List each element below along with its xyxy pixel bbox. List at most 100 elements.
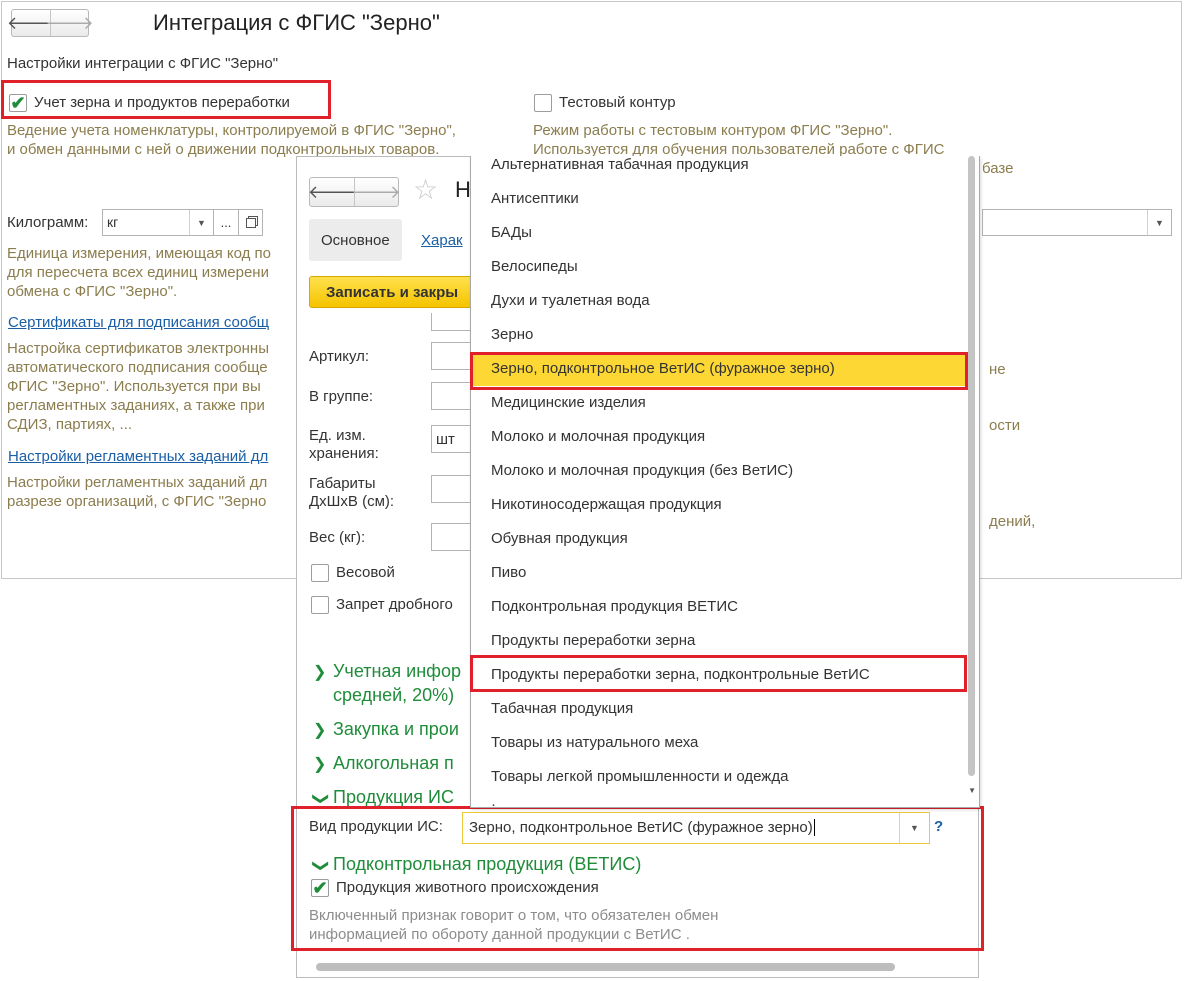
dims-input[interactable] [431, 475, 471, 503]
section-accounting-title-2: средней, 20%) [333, 685, 455, 705]
grain-accounting-checkbox[interactable]: ✔ [9, 94, 27, 112]
dropdown-item[interactable]: Молоко и молочная продукция (без ВетИС) [471, 454, 966, 488]
section-is-products[interactable]: ❯ Продукция ИС [312, 785, 454, 811]
unit-label: Килограмм: [7, 214, 89, 231]
dims-label-2: ДхШхВ (см): [309, 493, 395, 510]
dropdown-item[interactable]: Никотиносодержащая продукция [471, 488, 966, 522]
unit-desc-3: обмена с ФГИС "Зерно". [7, 283, 178, 300]
certs-desc-5: СДИЗ, партиях, ... [7, 416, 133, 433]
section-vetis-title: Подконтрольная продукция (ВЕТИС) [333, 854, 642, 874]
dropdown-item[interactable]: Обувная продукция [471, 522, 966, 556]
is-kind-select[interactable]: Зерно, подконтрольное ВетИС (фуражное зе… [462, 812, 930, 844]
unit-open-button[interactable] [238, 209, 263, 236]
test-contour-desc-3: базе [982, 160, 1014, 177]
unit-select-button[interactable]: ... [213, 209, 239, 236]
chevron-down-icon: ❯ [312, 792, 329, 806]
is-kind-value-text: Зерно, подконтрольное ВетИС (фуражное зе… [469, 819, 813, 836]
unit-dropdown-button[interactable]: ▼ [189, 210, 213, 235]
right-select-dropdown-button[interactable]: ▼ [1147, 210, 1171, 235]
test-contour-checkbox[interactable] [534, 94, 552, 112]
dropdown-vertical-scrollbar[interactable] [968, 156, 975, 776]
back-arrow-icon[interactable]: 🡐 [7, 10, 55, 36]
certificates-link[interactable]: Сертификаты для подписания сообщ [8, 314, 269, 331]
dropdown-item[interactable]: Антисептики [471, 182, 966, 216]
dropdown-item[interactable]: Зерно [471, 318, 966, 352]
section-purchase[interactable]: ❯ Закупка и прои [313, 717, 459, 743]
chevron-right-icon: ❯ [313, 664, 327, 681]
dropdown-item[interactable]: Товары из натурального меха [471, 726, 966, 760]
favorite-star-icon[interactable]: ☆ [413, 173, 438, 206]
dropdown-item[interactable]: Велосипеды [471, 250, 966, 284]
section-accounting-title-1: Учетная инфор [333, 661, 461, 681]
save-and-close-button[interactable]: Записать и закры [309, 276, 474, 308]
dropdown-item[interactable]: Продукты переработки зерна [471, 624, 966, 658]
right-select-field[interactable]: ▼ [982, 209, 1172, 236]
chevron-down-icon: ▼ [1155, 217, 1164, 228]
section-purchase-title: Закупка и прои [333, 719, 459, 739]
article-label: Артикул: [309, 348, 370, 365]
fraction-ban-label: Запрет дробного [336, 596, 453, 613]
dropdown-item[interactable]: Табачная продукция [471, 692, 966, 726]
forward-arrow-icon[interactable]: 🡒 [45, 10, 94, 36]
right-fragment-deniy: дений, [989, 513, 1036, 530]
scheduled-tasks-link[interactable]: Настройки регламентных заданий дл [8, 448, 268, 465]
section-alcohol[interactable]: ❯ Алкогольная п [313, 751, 454, 777]
tab-main[interactable]: Основное [309, 219, 402, 261]
article-input[interactable] [431, 342, 471, 370]
unit-value: кг [107, 214, 119, 230]
animal-origin-checkbox[interactable]: ✔ [311, 879, 329, 897]
section-accounting[interactable]: ❯ Учетная инфор [313, 659, 461, 685]
unit-storage-input[interactable]: шт [431, 425, 471, 453]
right-fragment-ne: не [989, 361, 1006, 378]
dropdown-item[interactable]: БАДы [471, 216, 966, 250]
item-title: Н [455, 177, 471, 202]
dropdown-item[interactable]: Альтернативная табачная продукция [471, 156, 966, 182]
checkmark-icon: ✔ [312, 878, 328, 898]
dropdown-item[interactable]: Пиво [471, 556, 966, 590]
weighted-label: Весовой [336, 564, 395, 581]
dropdown-item[interactable]: Молоко и молочная продукция [471, 420, 966, 454]
dropdown-item[interactable]: Продукты переработки зерна, подконтрольн… [471, 658, 966, 692]
dropdown-item[interactable]: Духи и туалетная вода [471, 284, 966, 318]
horizontal-scrollbar[interactable] [316, 963, 895, 971]
item-nav-buttons: 🡐 🡒 [308, 177, 401, 207]
chevron-right-icon: ❯ [313, 756, 327, 773]
dropdown-item[interactable]: Зерно, подконтрольное ВетИС (фуражное зе… [471, 352, 966, 386]
unit-storage-label-2: хранения: [309, 445, 379, 462]
fraction-ban-checkbox[interactable] [311, 596, 329, 614]
is-kind-dropdown-button[interactable]: ▼ [899, 813, 929, 843]
vetis-desc-2: информацией по обороту данной продукции … [309, 926, 690, 943]
scroll-down-icon[interactable]: ▼ [968, 786, 976, 795]
dropdown-item[interactable]: Подконтрольная продукция ВЕТИС [471, 590, 966, 624]
dropdown-item[interactable]: Медицинские изделия [471, 386, 966, 420]
dims-label-1: Габариты [309, 475, 376, 492]
group-input[interactable] [431, 382, 471, 410]
weight-input[interactable] [431, 523, 471, 551]
dropdown-item[interactable]: Товары легкой промышленности и одежда [471, 760, 966, 794]
group-label: В группе: [309, 388, 374, 405]
grain-accounting-label: Учет зерна и продуктов переработки [34, 94, 290, 111]
animal-origin-label: Продукция животного происхождения [336, 879, 599, 896]
chevron-down-icon: ❯ [312, 859, 329, 873]
right-fragment-osti: ости [989, 417, 1021, 434]
settings-section-title: Настройки интеграции с ФГИС "Зерно" [7, 55, 279, 72]
is-kind-label: Вид продукции ИС: [309, 818, 443, 835]
unit-field[interactable]: кг ▼ [102, 209, 214, 236]
weighted-checkbox[interactable] [311, 564, 329, 582]
unit-storage-label-1: Ед. изм. [309, 427, 366, 444]
section-vetis[interactable]: ❯ Подконтрольная продукция (ВЕТИС) [312, 852, 642, 878]
text-cursor [813, 819, 815, 836]
chevron-down-icon: ▼ [910, 823, 919, 833]
forward-arrow-icon[interactable]: 🡒 [352, 178, 401, 206]
chevron-right-icon: ❯ [313, 722, 327, 739]
help-icon[interactable]: ? [934, 818, 943, 835]
tab-characteristics[interactable]: Харак [421, 232, 463, 249]
section-alcohol-title: Алкогольная п [333, 753, 454, 773]
back-arrow-icon[interactable]: 🡐 [308, 178, 356, 206]
is-kind-value: Зерно, подконтрольное ВетИС (фуражное зе… [463, 813, 899, 843]
page-title: Интеграция с ФГИС "Зерно" [153, 10, 440, 35]
clipped-field[interactable] [431, 313, 471, 331]
clipped-list-item: · [491, 801, 505, 807]
is-kind-dropdown-list: Альтернативная табачная продукция Антисеп… [470, 156, 980, 808]
sched-desc-2: разрезе организаций, с ФГИС "Зерно [7, 493, 267, 510]
